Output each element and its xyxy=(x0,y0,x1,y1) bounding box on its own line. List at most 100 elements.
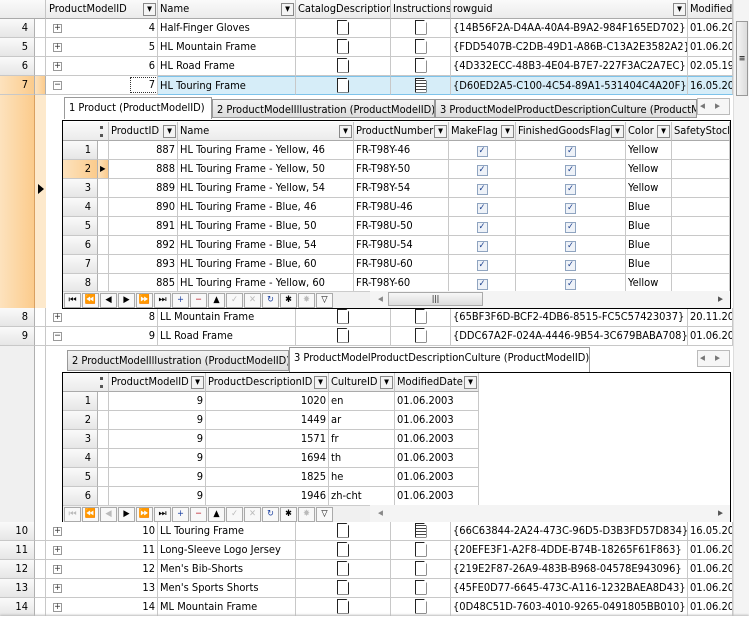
rowguid-cell[interactable]: {65BF3F6D-BCF2-4DB6-8515-FC5C57423037} xyxy=(451,308,688,327)
checkbox-checked[interactable]: ✓ xyxy=(565,184,576,195)
nav-cancel-button[interactable]: ✕ xyxy=(244,293,261,308)
instructions-cell[interactable] xyxy=(391,579,451,598)
modified-date-cell[interactable]: 16.05.20 xyxy=(688,522,733,541)
finished-goods-flag-cell[interactable]: ✓ xyxy=(516,255,626,274)
row-header[interactable]: 5 xyxy=(63,217,98,236)
tab-scroll-right-icon[interactable]: ▸ xyxy=(715,351,729,366)
row-header[interactable]: 6 xyxy=(63,487,98,506)
nav-first-button[interactable]: ⏮ xyxy=(64,293,81,308)
catalog-description-cell[interactable] xyxy=(296,76,391,95)
product-model-id-cell[interactable]: 4 + xyxy=(46,19,158,38)
checkbox-checked[interactable]: ✓ xyxy=(476,203,488,214)
expand-icon[interactable]: + xyxy=(53,313,62,322)
row-header[interactable]: 10 xyxy=(0,522,35,541)
row-header[interactable]: 4 xyxy=(63,449,98,468)
filter-dropdown-icon[interactable]: ▼ xyxy=(163,125,176,138)
product-name-cell[interactable]: HL Touring Frame - Blue, 54 xyxy=(178,236,354,255)
product-number-cell[interactable]: FR-T98U-46 xyxy=(354,198,449,217)
product-id-cell[interactable]: 893 xyxy=(109,255,178,274)
rowguid-cell[interactable]: {14B56F2A-D4AA-40A4-B9A2-984F165ED702} xyxy=(451,19,688,38)
catalog-description-cell[interactable] xyxy=(296,327,391,346)
product-name-cell[interactable]: HL Touring Frame - Blue, 46 xyxy=(178,198,354,217)
nav-next-button[interactable]: ▶ xyxy=(118,507,135,522)
product-number-cell[interactable]: FR-T98U-50 xyxy=(354,217,449,236)
product-description-id-cell[interactable]: 1449 xyxy=(206,411,329,430)
row-header[interactable]: 4 xyxy=(63,198,98,217)
checkbox-checked[interactable]: ✓ xyxy=(565,222,576,233)
product-name-cell[interactable]: HL Touring Frame - Blue, 60 xyxy=(178,255,354,274)
finished-goods-flag-cell[interactable]: ✓ xyxy=(516,236,626,255)
make-flag-cell[interactable]: ✓ xyxy=(449,198,516,217)
modified-date-cell[interactable]: 01.06.20 xyxy=(688,19,733,38)
nav-edit-button[interactable]: ▲ xyxy=(208,507,225,522)
nav-insert-button[interactable]: + xyxy=(172,507,189,522)
row-header[interactable]: 7 xyxy=(0,76,35,95)
vertical-scrollbar-thumb[interactable]: ≡ xyxy=(736,21,748,96)
product-name-cell[interactable]: HL Touring Frame - Yellow, 54 xyxy=(178,179,354,198)
modified-date-cell[interactable]: 01.06.20 xyxy=(688,327,733,346)
rowguid-cell[interactable]: {FDD5407B-C2DB-49D1-A86B-C13A2E3582A2} xyxy=(451,38,688,57)
nav-edit-button[interactable]: ▲ xyxy=(208,293,225,308)
nav-last-button[interactable]: ⏭ xyxy=(154,507,171,522)
instructions-cell[interactable] xyxy=(391,598,451,617)
product-model-id-cell[interactable]: 10 + xyxy=(46,522,158,541)
column-chooser-icon[interactable] xyxy=(100,126,103,137)
row-header[interactable]: 6 xyxy=(63,236,98,255)
horizontal-scrollbar[interactable]: ◂ ▸ ||| xyxy=(370,291,730,308)
detail1-tab-1[interactable]: 1 Product (ProductModelID) xyxy=(64,97,212,119)
nav-post-button[interactable]: ✓ xyxy=(226,293,243,308)
instructions-cell[interactable] xyxy=(391,522,451,541)
row-header[interactable]: 3 xyxy=(63,179,98,198)
checkbox-checked[interactable]: ✓ xyxy=(476,165,488,176)
product-model-id-cell[interactable]: 7− xyxy=(46,76,158,95)
instructions-cell[interactable] xyxy=(391,327,451,346)
product-model-id-cell[interactable]: 9 xyxy=(109,468,206,487)
horizontal-scrollbar-thumb[interactable]: ||| xyxy=(388,292,483,306)
nav-prev-page-button[interactable]: ⏪ xyxy=(82,293,99,308)
safety-stock-cell[interactable] xyxy=(672,179,730,198)
detail2-tab-2[interactable]: 3 ProductModelProductDescriptionCulture … xyxy=(289,347,590,372)
product-description-id-cell[interactable]: 1020 xyxy=(206,392,329,411)
modified-date-cell[interactable]: 01.06.20 xyxy=(688,579,733,598)
column-header-cultureid[interactable]: CultureID ▼ xyxy=(329,373,395,392)
rowguid-cell[interactable]: {66C63844-2A24-473C-96D5-D3B3FD57D834} xyxy=(451,522,688,541)
modified-date-cell[interactable]: 01.06.20 xyxy=(688,541,733,560)
filter-dropdown-icon[interactable]: ▼ xyxy=(143,3,156,16)
color-cell[interactable]: Blue xyxy=(626,255,672,274)
product-model-id-cell[interactable]: 9 xyxy=(109,411,206,430)
detail1-tab-3[interactable]: 3 ProductModelProductDescriptionCulture … xyxy=(435,99,697,118)
product-model-id-cell[interactable]: 9 xyxy=(109,487,206,506)
checkbox-checked[interactable]: ✓ xyxy=(476,184,488,195)
checkbox-checked[interactable]: ✓ xyxy=(565,203,576,214)
rowguid-cell[interactable]: {45FE0D77-6645-473C-A116-1232BAEA8D43} xyxy=(451,579,688,598)
modified-date-cell[interactable]: 01.06.2003 xyxy=(395,392,479,411)
safety-stock-cell[interactable] xyxy=(672,198,730,217)
make-flag-cell[interactable]: ✓ xyxy=(449,141,516,160)
nav-cancel-button[interactable]: ✕ xyxy=(244,507,261,522)
column-header-color[interactable]: Color ▼ xyxy=(626,122,672,141)
row-header[interactable]: 5 xyxy=(0,38,35,57)
filter-dropdown-icon[interactable]: ▼ xyxy=(434,125,447,138)
rowguid-cell[interactable]: {20EFE3F1-A2F8-4DDE-B74B-18265F61F863} xyxy=(451,541,688,560)
product-model-id-cell[interactable]: 9 xyxy=(109,449,206,468)
vertical-scrollbar[interactable]: ≡ xyxy=(733,0,749,624)
rowguid-cell[interactable]: {0D48C51D-7603-4010-9265-0491805BB010} xyxy=(451,598,688,617)
catalog-description-cell[interactable] xyxy=(296,560,391,579)
tab-scroll-right-icon[interactable]: ▸ xyxy=(715,99,729,114)
nav-filter-button[interactable]: ▽ xyxy=(316,507,333,522)
culture-id-cell[interactable]: zh-cht xyxy=(329,487,395,506)
product-model-id-cell[interactable]: 12 + xyxy=(46,560,158,579)
catalog-description-cell[interactable] xyxy=(296,541,391,560)
column-header-productmodelid[interactable]: ProductModelID ▼ xyxy=(109,373,206,392)
color-cell[interactable]: Yellow xyxy=(626,179,672,198)
product-id-cell[interactable]: 887 xyxy=(109,141,178,160)
checkbox-checked[interactable]: ✓ xyxy=(476,260,488,271)
product-number-cell[interactable]: FR-T98U-60 xyxy=(354,255,449,274)
filter-dropdown-icon[interactable]: ▼ xyxy=(673,3,686,16)
color-cell[interactable]: Yellow xyxy=(626,160,672,179)
culture-id-cell[interactable]: en xyxy=(329,392,395,411)
expand-icon[interactable]: + xyxy=(53,584,62,593)
modified-date-cell[interactable]: 16.05.20 xyxy=(688,76,733,95)
nav-bookmark-button[interactable]: ✱ xyxy=(280,293,297,308)
catalog-description-cell[interactable] xyxy=(296,598,391,617)
